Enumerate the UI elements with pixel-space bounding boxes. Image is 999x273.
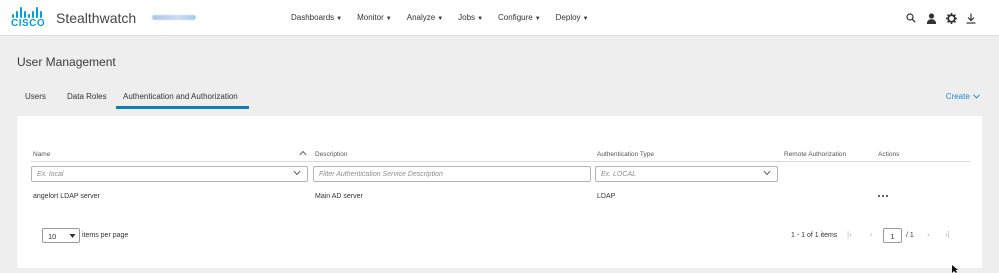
first-page-icon[interactable]: |‹	[847, 230, 852, 239]
nav-dashboards[interactable]: Dashboards ▼	[291, 13, 342, 25]
page-title: User Management	[17, 55, 116, 69]
row-description: Main AD server	[315, 193, 363, 200]
next-page-icon[interactable]: ›	[927, 230, 930, 239]
chevron-down-icon	[69, 234, 76, 238]
user-icon[interactable]	[925, 11, 937, 25]
column-header-actions: Actions	[878, 151, 900, 158]
items-per-page-value: 10	[48, 232, 57, 241]
create-label: Create	[945, 92, 970, 101]
sort-ascending-icon[interactable]	[299, 150, 307, 156]
last-page-icon[interactable]: ›|	[945, 230, 950, 239]
cisco-logo-bars	[11, 7, 45, 18]
tab-users[interactable]: Users	[25, 92, 46, 101]
download-icon[interactable]	[965, 11, 977, 25]
nav-monitor[interactable]: Monitor ▼	[357, 13, 392, 25]
cisco-logo-text: CISCO	[11, 18, 46, 29]
name-filter-combobox[interactable]: Ex. local	[31, 166, 308, 182]
search-icon[interactable]	[905, 11, 917, 25]
create-dropdown-button[interactable]: Create	[946, 92, 980, 101]
header-actions	[897, 11, 977, 25]
auth-services-panel: Name Description Authentication Type Rem…	[17, 116, 982, 268]
column-header-name[interactable]: Name	[33, 151, 50, 158]
previous-page-icon[interactable]: ‹	[870, 230, 873, 239]
tab-data-roles[interactable]: Data Roles	[67, 92, 107, 101]
column-header-remote-authorization[interactable]: Remote Authorization	[784, 151, 846, 158]
chevron-down-icon	[973, 94, 980, 99]
row-name: angelort LDAP server	[33, 193, 100, 200]
row-actions-menu-icon[interactable]	[878, 195, 890, 197]
gear-icon[interactable]	[945, 11, 957, 25]
column-header-description[interactable]: Description	[315, 151, 348, 158]
items-per-page-label: items per page	[82, 232, 129, 239]
items-per-page-select[interactable]: 10	[42, 228, 80, 243]
nav-configure[interactable]: Configure ▼	[498, 13, 541, 25]
column-header-authentication-type[interactable]: Authentication Type	[597, 151, 654, 158]
page-number-input[interactable]: 1	[883, 228, 902, 243]
nav-deploy[interactable]: Deploy ▼	[556, 13, 589, 25]
chevron-down-icon	[763, 170, 771, 176]
nav-analyze[interactable]: Analyze ▼	[407, 13, 443, 25]
row-auth-type: LDAP	[597, 193, 616, 200]
description-filter-input[interactable]: Filter Authentication Service Descriptio…	[313, 166, 591, 182]
top-navbar: CISCO Stealthwatch Dashboards ▼ Monitor ▼ …	[0, 0, 999, 36]
type-filter-placeholder: Ex. LOCAL	[601, 171, 637, 178]
description-filter-placeholder: Filter Authentication Service Descriptio…	[319, 171, 443, 178]
mouse-cursor-icon	[952, 265, 958, 273]
tab-authentication-and-authorization[interactable]: Authentication and Authorization	[123, 92, 238, 101]
name-filter-placeholder: Ex. local	[37, 171, 64, 178]
redacted-hostname	[152, 15, 196, 20]
main-nav: Dashboards ▼ Monitor ▼ Analyze ▼ Jobs ▼ Conf…	[291, 13, 604, 25]
active-tab-indicator	[116, 106, 249, 109]
chevron-down-icon	[293, 170, 301, 176]
nav-jobs[interactable]: Jobs ▼	[458, 13, 483, 25]
header-divider	[31, 161, 970, 162]
type-filter-combobox[interactable]: Ex. LOCAL	[595, 166, 778, 182]
pagination-range: 1 - 1 of 1 items	[791, 232, 838, 239]
cisco-logo[interactable]: CISCO	[11, 7, 45, 31]
app-title: Stealthwatch	[56, 10, 137, 26]
page-total: / 1	[906, 232, 914, 239]
